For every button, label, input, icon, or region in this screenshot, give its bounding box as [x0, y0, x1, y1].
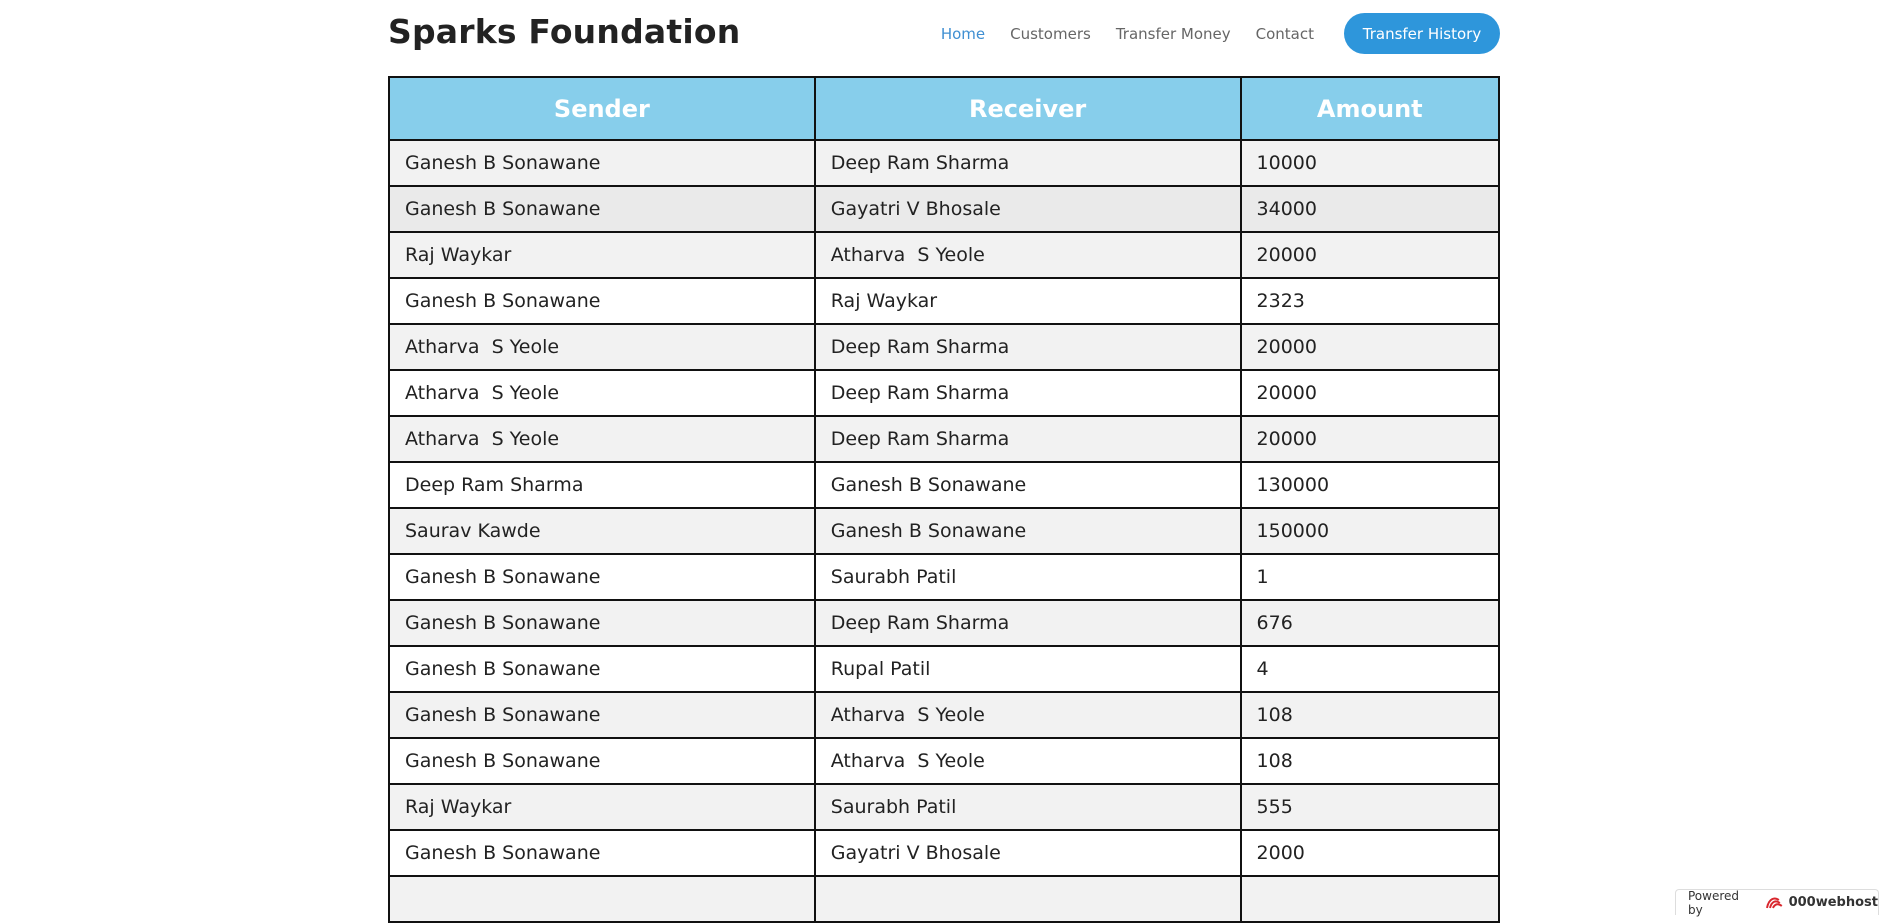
table-row: Ganesh B SonawaneDeep Ram Sharma10000 [389, 140, 1499, 186]
cell-sender: Ganesh B Sonawane [389, 830, 815, 876]
cell-sender: Ganesh B Sonawane [389, 186, 815, 232]
cell-amount: 20000 [1241, 324, 1499, 370]
nav-link-contact[interactable]: Contact [1256, 14, 1314, 54]
column-header-amount: Amount [1241, 77, 1499, 140]
cell-sender: Ganesh B Sonawane [389, 554, 815, 600]
cell-sender: Atharva S Yeole [389, 370, 815, 416]
table-row: Atharva S YeoleDeep Ram Sharma20000 [389, 370, 1499, 416]
table-row: Ganesh B SonawaneSaurabh Patil1 [389, 554, 1499, 600]
cell-sender: Ganesh B Sonawane [389, 278, 815, 324]
cell-sender: Ganesh B Sonawane [389, 692, 815, 738]
cell-sender: Ganesh B Sonawane [389, 738, 815, 784]
table-row: Saurav KawdeGanesh B Sonawane150000 [389, 508, 1499, 554]
powered-by-badge[interactable]: Powered by 000webhost [1675, 889, 1879, 915]
cell-sender: Raj Waykar [389, 784, 815, 830]
cell-sender: Raj Waykar [389, 232, 815, 278]
cell-amount [1241, 876, 1499, 922]
table-row: Deep Ram SharmaGanesh B Sonawane130000 [389, 462, 1499, 508]
cell-receiver: Atharva S Yeole [815, 232, 1241, 278]
cell-receiver: Deep Ram Sharma [815, 416, 1241, 462]
main-nav: Home Customers Transfer Money Contact Tr… [916, 13, 1500, 54]
table-row: Atharva S YeoleDeep Ram Sharma20000 [389, 416, 1499, 462]
000webhost-logo-icon [1765, 896, 1785, 910]
transfer-history-table: Sender Receiver Amount Ganesh B Sonawane… [388, 76, 1500, 923]
table-row: Ganesh B SonawaneRaj Waykar2323 [389, 278, 1499, 324]
cell-amount: 20000 [1241, 416, 1499, 462]
cell-sender: Ganesh B Sonawane [389, 646, 815, 692]
cell-amount: 20000 [1241, 232, 1499, 278]
cell-sender: Deep Ram Sharma [389, 462, 815, 508]
table-row: Ganesh B SonawaneGayatri V Bhosale34000 [389, 186, 1499, 232]
column-header-receiver: Receiver [815, 77, 1241, 140]
cell-amount: 34000 [1241, 186, 1499, 232]
cell-receiver: Gayatri V Bhosale [815, 830, 1241, 876]
cell-amount: 20000 [1241, 370, 1499, 416]
cell-receiver: Atharva S Yeole [815, 738, 1241, 784]
powered-by-label: Powered by [1688, 889, 1757, 917]
cell-receiver: Deep Ram Sharma [815, 370, 1241, 416]
cell-receiver: Atharva S Yeole [815, 692, 1241, 738]
cell-sender [389, 876, 815, 922]
table-row: Ganesh B SonawaneRupal Patil4 [389, 646, 1499, 692]
table-row: Ganesh B SonawaneAtharva S Yeole108 [389, 692, 1499, 738]
nav-link-home[interactable]: Home [941, 14, 985, 54]
cell-receiver: Rupal Patil [815, 646, 1241, 692]
cell-receiver [815, 876, 1241, 922]
cell-receiver: Deep Ram Sharma [815, 324, 1241, 370]
table-row: Atharva S YeoleDeep Ram Sharma20000 [389, 324, 1499, 370]
table-row: Raj WaykarAtharva S Yeole20000 [389, 232, 1499, 278]
cell-amount: 130000 [1241, 462, 1499, 508]
cell-sender: Atharva S Yeole [389, 324, 815, 370]
table-row [389, 876, 1499, 922]
cell-amount: 10000 [1241, 140, 1499, 186]
cell-sender: Saurav Kawde [389, 508, 815, 554]
cell-amount: 676 [1241, 600, 1499, 646]
powered-by-brand: 000webhost [1789, 895, 1878, 910]
cell-receiver: Saurabh Patil [815, 554, 1241, 600]
cell-sender: Ganesh B Sonawane [389, 140, 815, 186]
cell-amount: 108 [1241, 692, 1499, 738]
cell-receiver: Deep Ram Sharma [815, 140, 1241, 186]
cell-amount: 555 [1241, 784, 1499, 830]
cell-sender: Atharva S Yeole [389, 416, 815, 462]
table-header-row: Sender Receiver Amount [389, 77, 1499, 140]
table-row: Ganesh B SonawaneDeep Ram Sharma676 [389, 600, 1499, 646]
cell-amount: 4 [1241, 646, 1499, 692]
page-container: Sparks Foundation Home Customers Transfe… [388, 0, 1500, 68]
cell-amount: 108 [1241, 738, 1499, 784]
site-brand[interactable]: Sparks Foundation [388, 12, 740, 51]
table-row: Ganesh B SonawaneAtharva S Yeole108 [389, 738, 1499, 784]
cell-receiver: Gayatri V Bhosale [815, 186, 1241, 232]
cell-receiver: Deep Ram Sharma [815, 600, 1241, 646]
transfer-history-button[interactable]: Transfer History [1344, 13, 1500, 54]
nav-link-transfer-money[interactable]: Transfer Money [1116, 14, 1231, 54]
cell-amount: 2000 [1241, 830, 1499, 876]
table-row: Ganesh B SonawaneGayatri V Bhosale2000 [389, 830, 1499, 876]
cell-amount: 2323 [1241, 278, 1499, 324]
cell-amount: 150000 [1241, 508, 1499, 554]
table-row: Raj WaykarSaurabh Patil555 [389, 784, 1499, 830]
cell-receiver: Raj Waykar [815, 278, 1241, 324]
column-header-sender: Sender [389, 77, 815, 140]
cell-amount: 1 [1241, 554, 1499, 600]
site-header: Sparks Foundation Home Customers Transfe… [388, 0, 1500, 68]
cell-receiver: Ganesh B Sonawane [815, 462, 1241, 508]
cell-sender: Ganesh B Sonawane [389, 600, 815, 646]
cell-receiver: Ganesh B Sonawane [815, 508, 1241, 554]
nav-link-customers[interactable]: Customers [1010, 14, 1091, 54]
cell-receiver: Saurabh Patil [815, 784, 1241, 830]
